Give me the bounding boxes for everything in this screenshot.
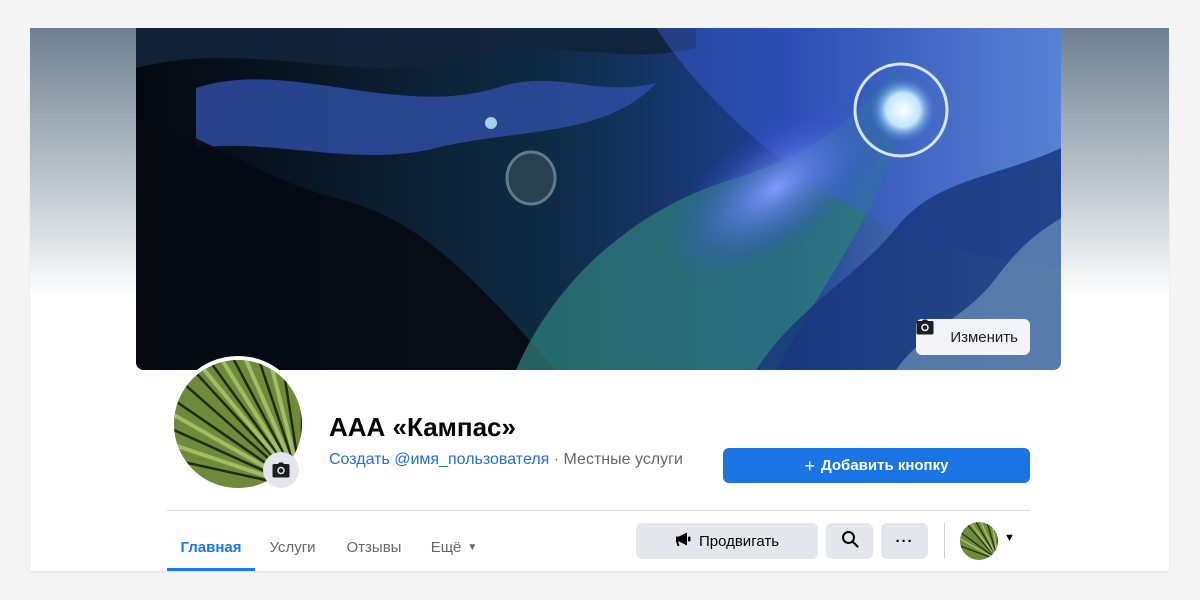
- camera-icon: [272, 462, 290, 478]
- search-icon: [841, 530, 859, 552]
- tab-home[interactable]: Главная: [167, 523, 255, 571]
- tab-label: Главная: [180, 538, 242, 556]
- account-avatar[interactable]: [960, 522, 998, 560]
- promote-label: Продвигать: [698, 532, 780, 550]
- header-divider: [167, 510, 1030, 511]
- more-icon: ···: [895, 532, 914, 550]
- edit-profile-picture-button[interactable]: [263, 452, 299, 488]
- tab-reviews[interactable]: Отзывы: [330, 523, 418, 571]
- tab-label: Отзывы: [346, 538, 402, 556]
- search-button[interactable]: [826, 523, 873, 559]
- add-button-label: Добавить кнопку: [821, 457, 949, 474]
- profile-subline: Создать @имя_пользователя · Местные услу…: [329, 451, 683, 469]
- caret-down-icon: ▼: [467, 541, 478, 553]
- megaphone-icon: [675, 531, 693, 551]
- camera-icon: [916, 319, 944, 345]
- caret-down-icon[interactable]: ▼: [1004, 532, 1015, 544]
- page-category: Местные услуги: [563, 451, 683, 468]
- tab-label: Услуги: [269, 538, 316, 556]
- page-title: ААА «Кампас»: [329, 412, 516, 442]
- cover-photo: Изменить: [136, 28, 1061, 370]
- more-options-button[interactable]: ···: [881, 523, 928, 559]
- edit-cover-button[interactable]: Изменить: [916, 319, 1030, 355]
- plus-icon: +: [804, 455, 816, 476]
- tab-label: Ещё: [430, 538, 462, 556]
- promote-button[interactable]: Продвигать: [636, 523, 818, 559]
- tab-more[interactable]: Ещё ▼: [418, 523, 490, 571]
- edit-cover-label: Изменить: [950, 328, 1018, 346]
- tab-services[interactable]: Услуги: [255, 523, 330, 571]
- toolbar-separator: [944, 523, 945, 559]
- create-username-link[interactable]: Создать @имя_пользователя: [329, 451, 549, 468]
- subline-separator: ·: [549, 451, 564, 468]
- add-button-button[interactable]: + Добавить кнопку: [723, 448, 1030, 483]
- page-header: Изменить ААА «Кампас» Создать @имя_польз…: [30, 28, 1169, 571]
